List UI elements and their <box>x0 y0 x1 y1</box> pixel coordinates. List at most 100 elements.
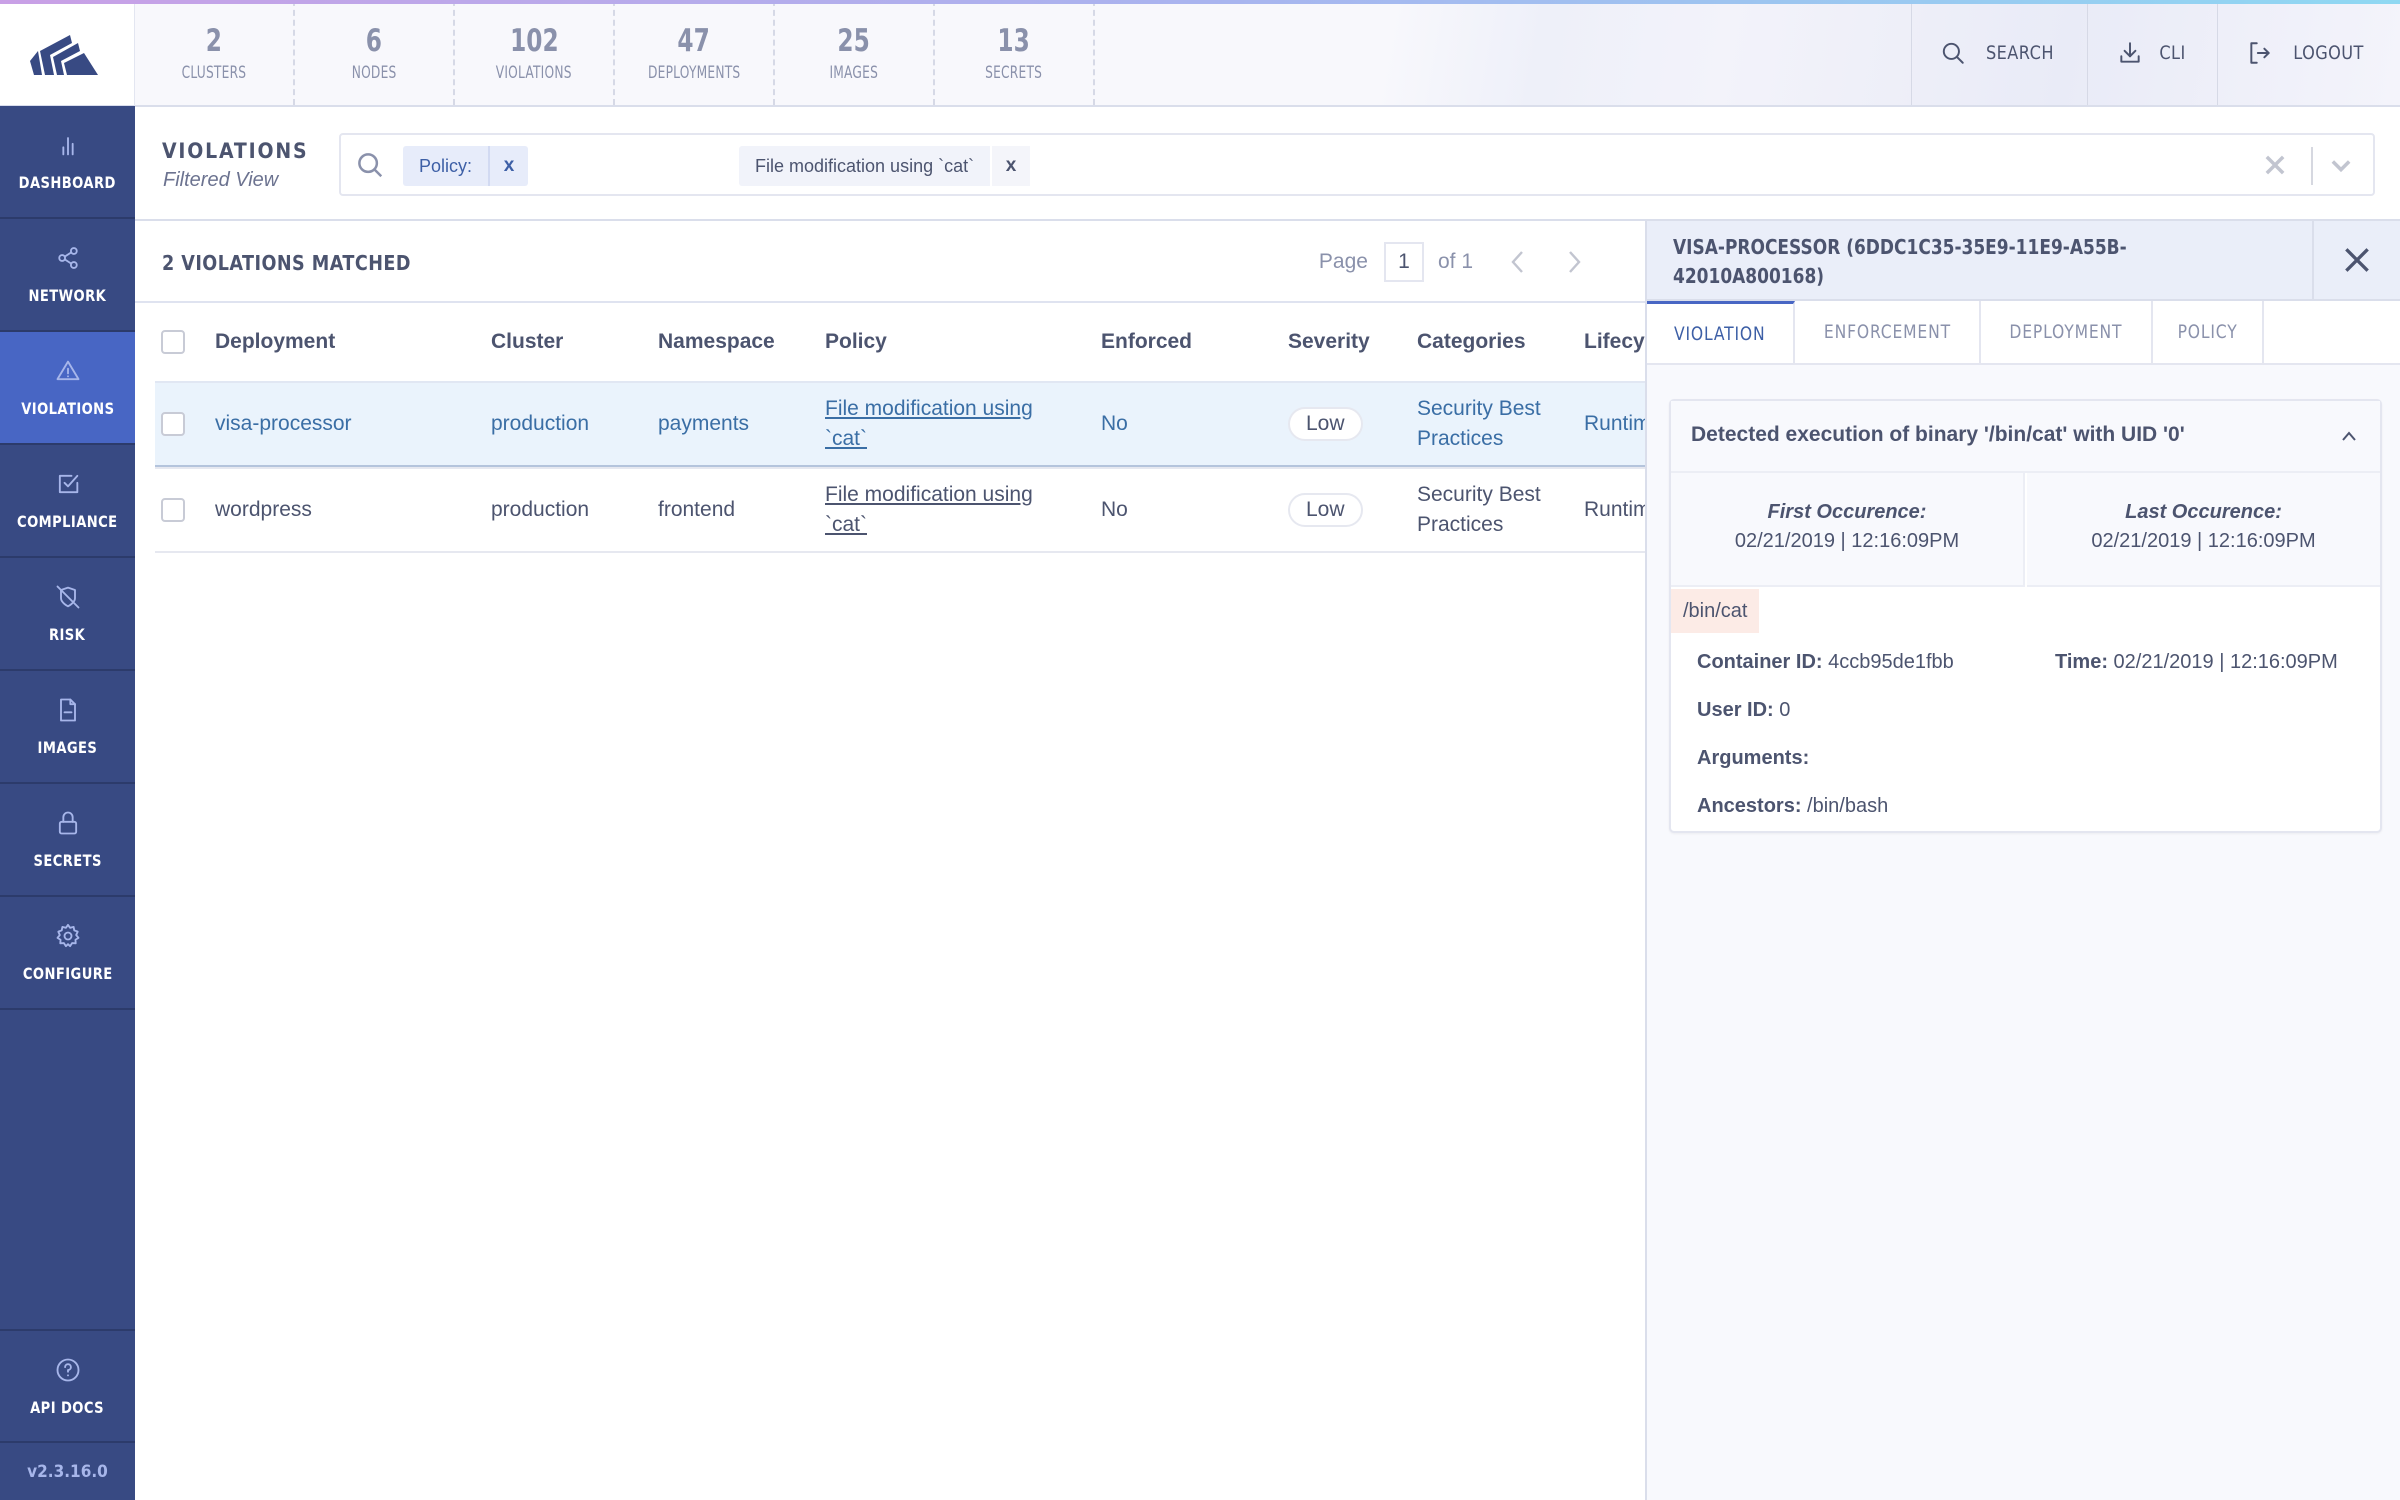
select-all-checkbox[interactable] <box>161 330 185 354</box>
column-header-categories[interactable]: Categories <box>1417 327 1577 357</box>
column-header-cluster[interactable]: Cluster <box>491 327 563 357</box>
table-row[interactable]: wordpress production frontend File modif… <box>155 467 1645 553</box>
column-header-lifecycle[interactable]: Lifecycle <box>1584 327 1645 357</box>
tab-label: ENFORCEMENT <box>1823 321 1951 343</box>
stat-label: DEPLOYMENTS <box>647 62 741 83</box>
stat-label: NODES <box>351 62 397 83</box>
remove-chip-button[interactable]: x <box>488 146 528 186</box>
tab-label: POLICY <box>2177 321 2238 343</box>
row-checkbox[interactable] <box>161 498 185 522</box>
cell-severity: Low <box>1288 493 1363 527</box>
policy-link[interactable]: File modification using `cat` <box>825 483 1033 536</box>
sidebar-item-violations[interactable]: VIOLATIONS <box>0 332 135 445</box>
check-square-icon <box>58 474 78 494</box>
column-header-deployment[interactable]: Deployment <box>215 327 335 357</box>
violation-detail-panel: VISA-PROCESSOR (6DDC1C35-35E9-11E9-A55B-… <box>1645 221 2400 1500</box>
logo[interactable] <box>0 0 135 106</box>
user-id-value: 0 <box>1779 699 1791 721</box>
violations-table-panel: 2 VIOLATIONS MATCHED Page 1 of 1 Deploym… <box>135 221 1645 1500</box>
column-header-enforced[interactable]: Enforced <box>1101 327 1192 357</box>
sidebar-item-dashboard[interactable]: DASHBOARD <box>0 106 135 219</box>
sidebar-item-secrets[interactable]: SECRETS <box>0 784 135 897</box>
stat-value: 47 <box>677 22 711 59</box>
column-header-severity[interactable]: Severity <box>1288 327 1370 357</box>
matched-count: 2 VIOLATIONS MATCHED <box>162 251 411 275</box>
sidebar-item-risk[interactable]: RISK <box>0 558 135 671</box>
stat-label: SECRETS <box>985 62 1043 83</box>
column-header-policy[interactable]: Policy <box>825 327 1065 357</box>
cell-policy: File modification using `cat` <box>825 480 1065 540</box>
stat-clusters[interactable]: 2 CLUSTERS <box>135 0 295 105</box>
cli-download-button[interactable]: CLI <box>2087 0 2217 105</box>
sidebar-item-images[interactable]: IMAGES <box>0 671 135 784</box>
sidebar-item-configure[interactable]: CONFIGURE <box>0 897 135 1010</box>
tab-deployment[interactable]: DEPLOYMENT <box>1981 301 2153 363</box>
sidebar-item-label: API DOCS <box>30 1397 105 1417</box>
sidebar-item-label: NETWORK <box>28 286 107 305</box>
sidebar: DASHBOARD NETWORK VIOLATIONS COMPLIANCE … <box>0 0 135 1500</box>
table-row[interactable]: visa-processor production payments File … <box>155 381 1645 467</box>
share-icon <box>57 247 78 269</box>
cell-lifecycle: Runtime <box>1584 412 1645 435</box>
alert-triangle-icon <box>56 360 79 381</box>
chevron-right-icon[interactable] <box>1563 248 1585 276</box>
cell-categories: Security Best Practices <box>1417 397 1541 450</box>
stat-secrets[interactable]: 13 SECRETS <box>935 0 1095 105</box>
sidebar-item-label: VIOLATIONS <box>20 399 115 418</box>
cell-lifecycle: Runtime <box>1584 498 1645 521</box>
close-icon <box>2345 248 2369 272</box>
sidebar-item-label: CONFIGURE <box>22 964 113 983</box>
cell-deployment: wordpress <box>215 498 312 521</box>
cell-cluster: production <box>491 498 590 521</box>
row-checkbox[interactable] <box>161 412 185 436</box>
search-icon <box>1942 42 1964 64</box>
container-id-label: Container ID: <box>1697 651 1823 673</box>
top-accent-bar <box>0 0 2400 4</box>
violation-card-header[interactable]: Detected execution of binary '/bin/cat' … <box>1671 401 2380 473</box>
logout-button[interactable]: LOGOUT <box>2217 0 2400 105</box>
user-id-label: User ID: <box>1697 699 1774 721</box>
tab-label: VIOLATION <box>1674 322 1766 345</box>
search-chip-key: Policy: x <box>403 146 529 186</box>
search-icon <box>358 153 383 178</box>
violation-message: Detected execution of binary '/bin/cat' … <box>1691 423 2185 446</box>
chip-label: File modification using `cat` <box>755 155 975 176</box>
panel-header: VISA-PROCESSOR (6DDC1C35-35E9-11E9-A55B-… <box>1647 221 2400 301</box>
arguments-label: Arguments: <box>1697 747 1810 769</box>
chevron-down-icon[interactable] <box>2327 153 2355 177</box>
first-occurrence: First Occurence: 02/21/2019 | 12:16:09PM <box>1671 473 2025 587</box>
stat-violations[interactable]: 102 VIOLATIONS <box>455 0 615 105</box>
stat-images[interactable]: 25 IMAGES <box>775 0 935 105</box>
tab-label: DEPLOYMENT <box>2009 321 2123 343</box>
page-number-input[interactable]: 1 <box>1383 242 1424 282</box>
stat-value: 25 <box>837 22 871 59</box>
violation-card: Detected execution of binary '/bin/cat' … <box>1669 399 2382 833</box>
search-filter-bar[interactable]: Policy: x File modification using `cat` … <box>339 133 2375 196</box>
logout-button-label: LOGOUT <box>2293 41 2365 64</box>
tab-enforcement[interactable]: ENFORCEMENT <box>1795 301 1981 363</box>
sidebar-item-compliance[interactable]: COMPLIANCE <box>0 445 135 558</box>
process-time: Time: 02/21/2019 | 12:16:09PM <box>2055 651 2338 674</box>
stat-label: IMAGES <box>829 62 879 83</box>
page-total-label: of 1 <box>1437 250 1473 273</box>
time-value: 02/21/2019 | 12:16:09PM <box>2113 651 2338 673</box>
search-button[interactable]: SEARCH <box>1911 0 2087 105</box>
sidebar-item-api-docs[interactable]: API DOCS <box>0 1331 135 1443</box>
close-panel-button[interactable] <box>2312 221 2400 299</box>
clear-search-icon[interactable] <box>2261 151 2289 179</box>
tab-violation[interactable]: VIOLATION <box>1647 301 1795 363</box>
policy-link[interactable]: File modification using `cat` <box>825 397 1033 450</box>
last-occurrence-value: 02/21/2019 | 12:16:09PM <box>2091 530 2316 552</box>
tab-policy[interactable]: POLICY <box>2153 301 2264 363</box>
remove-chip-button[interactable]: x <box>990 146 1031 186</box>
user-id: User ID: 0 <box>1697 699 1790 722</box>
column-header-namespace[interactable]: Namespace <box>658 327 775 357</box>
table-header-row: Deployment Cluster Namespace Policy Enfo… <box>155 303 1645 381</box>
stat-nodes[interactable]: 6 NODES <box>295 0 455 105</box>
chevron-left-icon[interactable] <box>1507 248 1529 276</box>
bar-chart-icon <box>61 137 74 156</box>
page-header: VIOLATIONS Filtered View Policy: x File … <box>135 107 2400 221</box>
sidebar-item-network[interactable]: NETWORK <box>0 219 135 332</box>
stat-deployments[interactable]: 47 DEPLOYMENTS <box>615 0 775 105</box>
last-occurrence: Last Occurence: 02/21/2019 | 12:16:09PM <box>2027 473 2380 587</box>
